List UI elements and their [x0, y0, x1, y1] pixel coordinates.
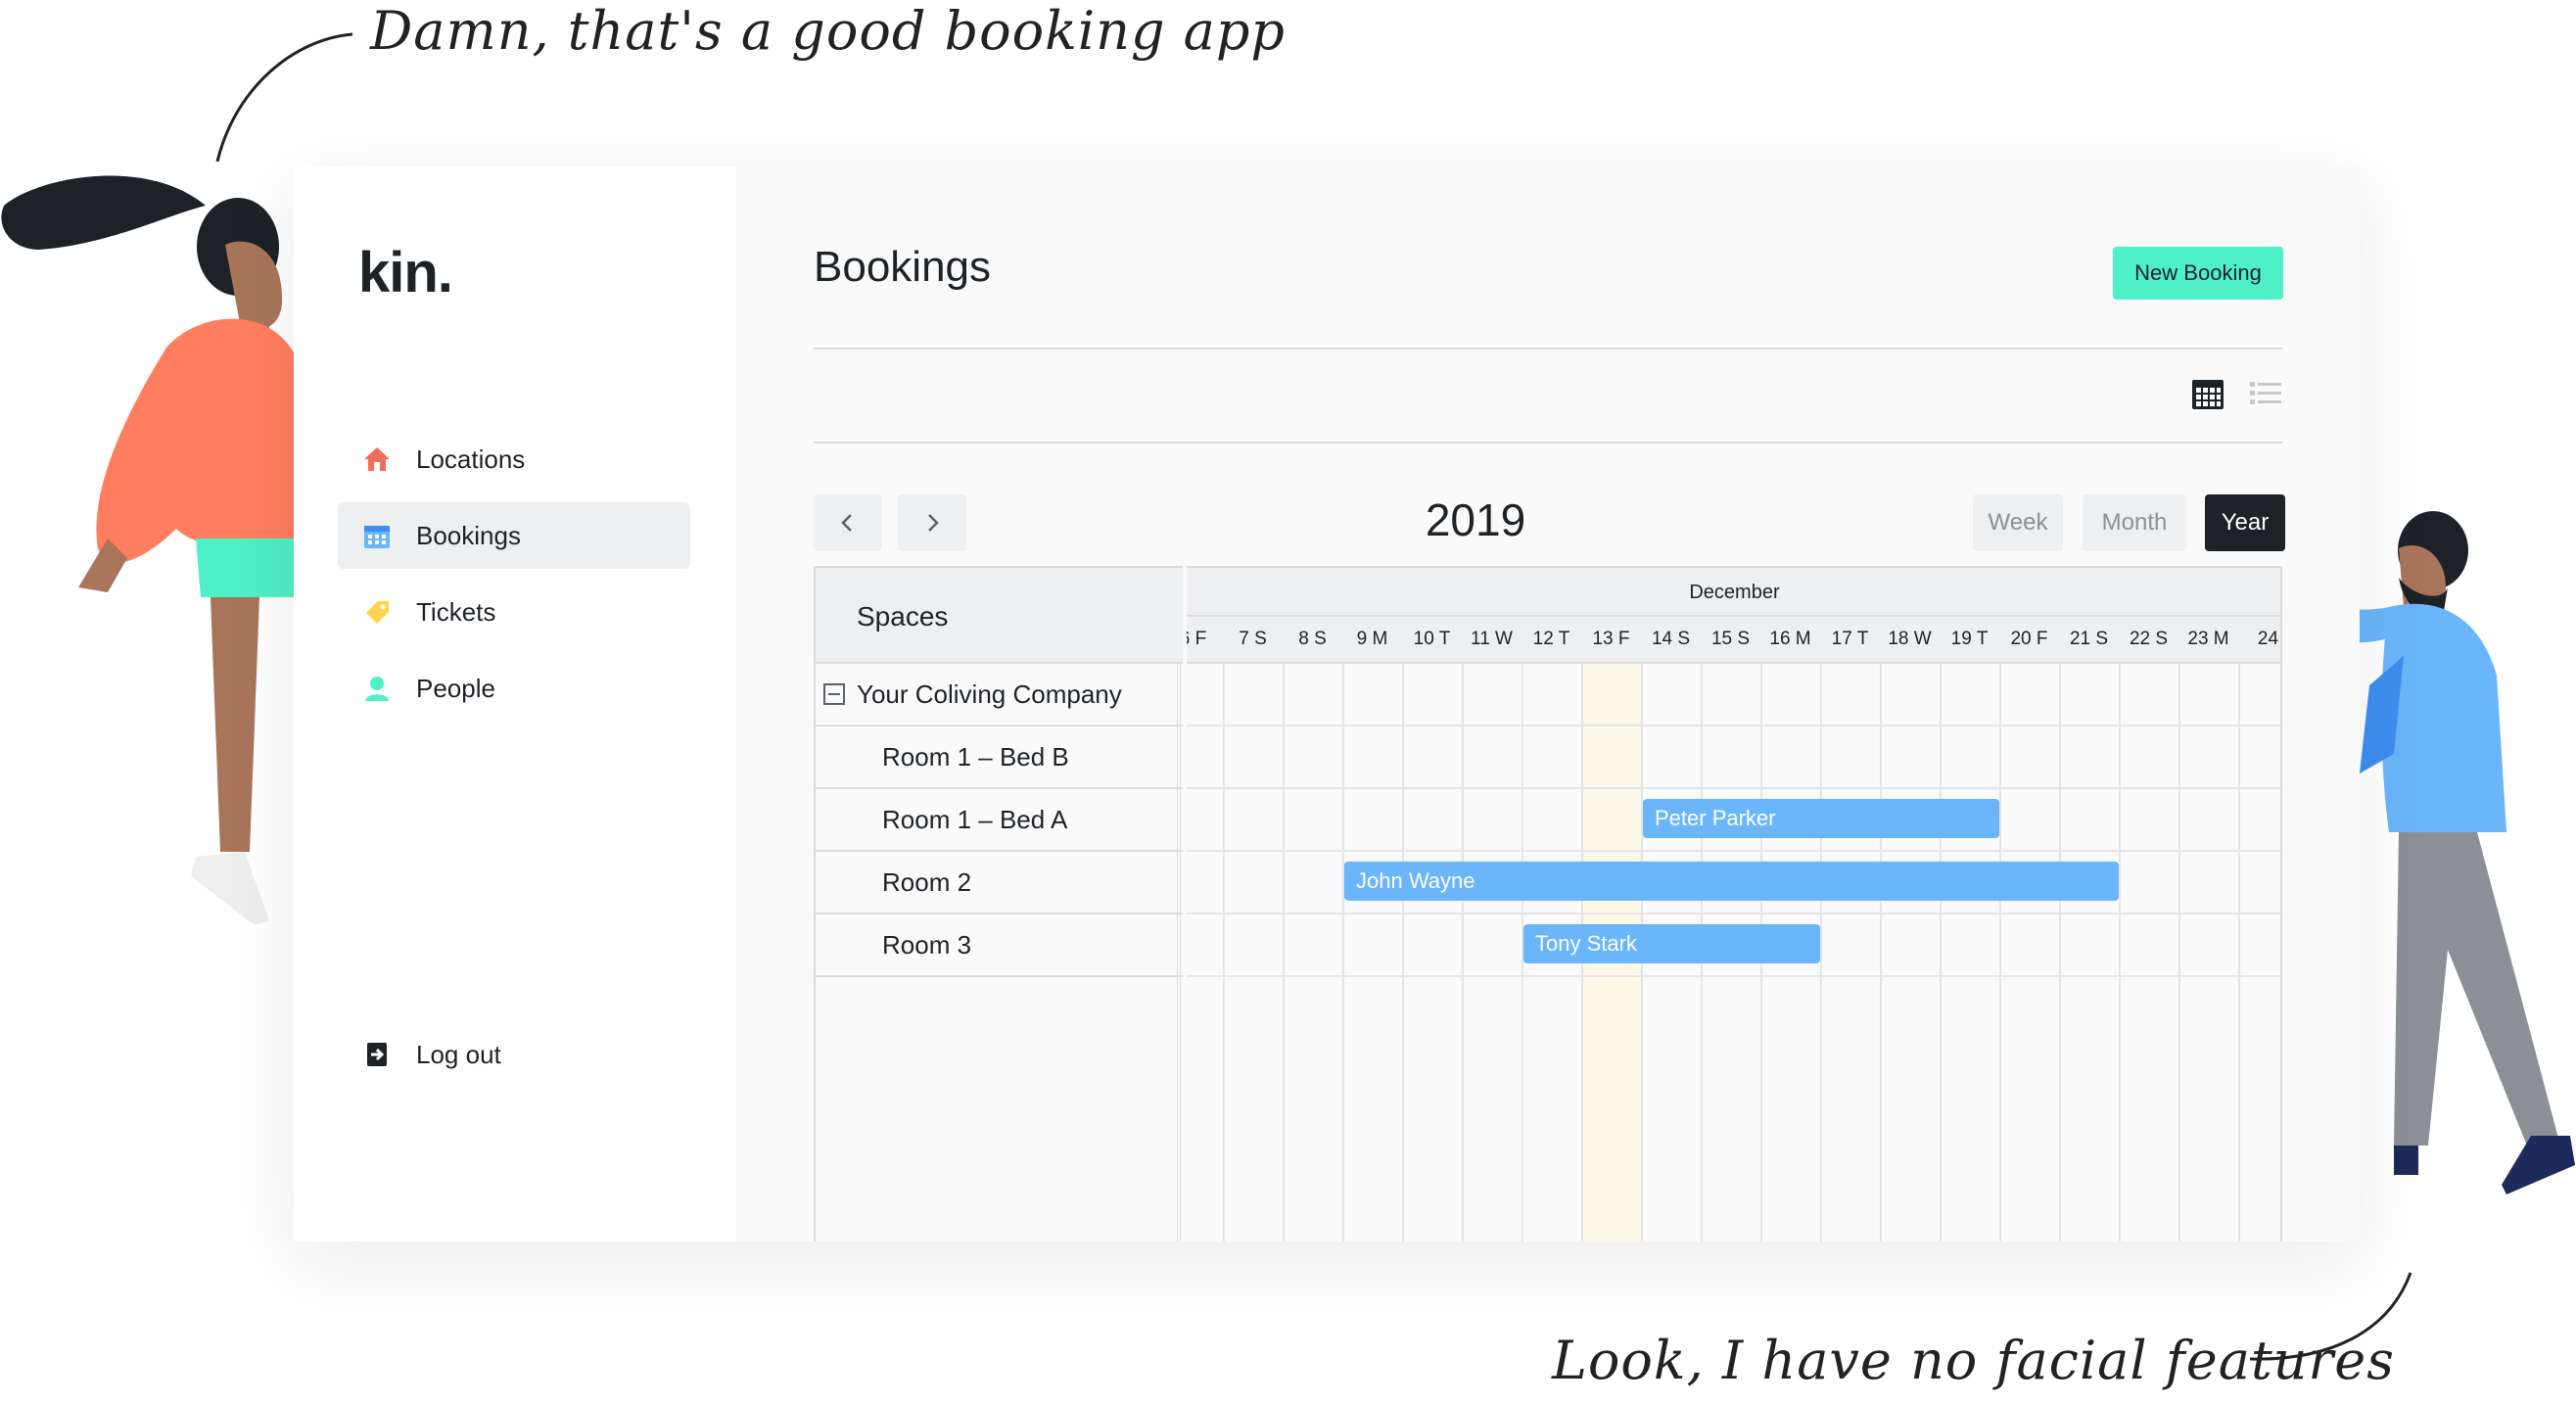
day-header: 21 S	[2059, 617, 2119, 664]
list-view-icon[interactable]	[2248, 376, 2283, 411]
day-column[interactable]	[1462, 664, 1522, 1241]
sidebar-item-people[interactable]: People	[338, 655, 690, 722]
year-label: 2019	[1425, 494, 1526, 545]
space-row[interactable]: Room 3	[816, 914, 1183, 977]
main-content: Bookings New Booking 2019 Week Month Yea…	[736, 166, 2360, 1241]
day-header: 6 F	[1187, 617, 1223, 664]
booking-bar[interactable]: Tony Stark	[1523, 924, 1820, 963]
day-column[interactable]	[1880, 664, 1940, 1241]
day-header: 8 S	[1283, 617, 1342, 664]
range-year-button[interactable]: Year	[2205, 494, 2285, 551]
day-header: 12 T	[1522, 617, 1581, 664]
day-header: 7 S	[1223, 617, 1283, 664]
logout-label: Log out	[416, 1039, 501, 1069]
day-column[interactable]	[1223, 664, 1283, 1241]
day-column[interactable]	[2119, 664, 2178, 1241]
sidebar-item-label: Locations	[416, 444, 526, 474]
chevron-left-icon	[841, 514, 852, 532]
booking-bar[interactable]: John Wayne	[1344, 862, 2119, 901]
day-column[interactable]	[1187, 664, 1223, 1241]
spaces-header: Spaces	[816, 566, 1183, 664]
day-column[interactable]	[1820, 664, 1880, 1241]
space-label: Room 2	[882, 866, 972, 897]
space-label: Room 3	[882, 929, 972, 959]
day-header: 19 T	[1940, 617, 1999, 664]
day-header: 16 M	[1760, 617, 1820, 664]
day-header: 24	[2238, 617, 2280, 664]
row-divider	[1187, 975, 2280, 977]
sidebar-item-label: People	[416, 673, 495, 703]
calendar-view-icon[interactable]	[2190, 376, 2225, 411]
day-column[interactable]	[1283, 664, 1342, 1241]
range-week-button[interactable]: Week	[1973, 494, 2063, 551]
timeline: December 6 F7 S8 S9 M10 T11 W12 T13 F14 …	[1187, 566, 2282, 1241]
chevron-right-icon	[928, 514, 939, 532]
new-booking-button[interactable]: New Booking	[2113, 247, 2283, 300]
calendar-icon	[361, 520, 393, 551]
space-label: Your Coliving Company	[857, 679, 1122, 709]
day-column[interactable]	[1342, 664, 1402, 1241]
space-row[interactable]: Room 1 – Bed B	[816, 726, 1183, 789]
logout-button[interactable]: Log out	[338, 1021, 690, 1088]
month-header: December	[1187, 566, 2280, 617]
day-column[interactable]	[1999, 664, 2059, 1241]
day-header: 18 W	[1880, 617, 1940, 664]
range-month-button[interactable]: Month	[2083, 494, 2186, 551]
logout-icon	[361, 1039, 393, 1070]
person-icon	[361, 673, 393, 704]
sidebar-item-label: Tickets	[416, 596, 496, 627]
day-header: 14 S	[1641, 617, 1701, 664]
day-header: 9 M	[1342, 617, 1402, 664]
space-label: Room 1 – Bed B	[882, 741, 1069, 772]
space-group-row[interactable]: Your Coliving Company	[816, 664, 1183, 726]
day-column[interactable]	[2059, 664, 2119, 1241]
day-column[interactable]	[1402, 664, 1462, 1241]
sidebar-item-locations[interactable]: Locations	[338, 426, 690, 492]
space-label: Room 1 – Bed A	[882, 804, 1068, 834]
home-icon	[361, 444, 393, 475]
woman-illustration	[1, 175, 294, 925]
previous-button[interactable]	[814, 494, 882, 551]
bottom-caption: Look, I have no facial features	[1552, 1330, 2395, 1391]
day-header: 17 T	[1820, 617, 1880, 664]
collapse-icon[interactable]	[823, 683, 845, 705]
day-column[interactable]	[1940, 664, 1999, 1241]
row-divider	[1187, 725, 2280, 726]
space-row[interactable]: Room 2	[816, 852, 1183, 914]
day-header: 13 F	[1581, 617, 1641, 664]
sidebar-item-tickets[interactable]: Tickets	[338, 579, 690, 645]
tag-icon	[361, 596, 393, 628]
next-button[interactable]	[898, 494, 966, 551]
day-header: 10 T	[1402, 617, 1462, 664]
booking-bar[interactable]: Peter Parker	[1643, 799, 1999, 838]
spaces-column: Spaces Your Coliving Company Room 1 – Be…	[814, 566, 1183, 1241]
sidebar-item-label: Bookings	[416, 520, 521, 550]
calendar-grid: Spaces Your Coliving Company Room 1 – Be…	[814, 566, 2282, 1241]
divider	[814, 442, 2282, 444]
page-title: Bookings	[814, 243, 992, 291]
day-header: 20 F	[1999, 617, 2059, 664]
day-header: 23 M	[2178, 617, 2238, 664]
day-header: 11 W	[1462, 617, 1522, 664]
row-divider	[1187, 787, 2280, 789]
row-divider	[1187, 850, 2280, 852]
day-header: 15 S	[1701, 617, 1760, 664]
app-window: kin. Locations Bookings Tickets People L…	[294, 166, 2360, 1241]
sidebar-item-bookings[interactable]: Bookings	[338, 502, 690, 569]
row-divider	[1187, 913, 2280, 914]
day-column[interactable]	[2238, 664, 2280, 1241]
space-row[interactable]: Room 1 – Bed A	[816, 789, 1183, 852]
kin-logo[interactable]: kin.	[358, 240, 453, 305]
day-column[interactable]	[2178, 664, 2238, 1241]
day-header: 22 S	[2119, 617, 2178, 664]
top-caption: Damn, that's a good booking app	[370, 0, 1286, 62]
divider	[814, 348, 2282, 350]
sidebar: kin. Locations Bookings Tickets People L…	[294, 166, 736, 1241]
